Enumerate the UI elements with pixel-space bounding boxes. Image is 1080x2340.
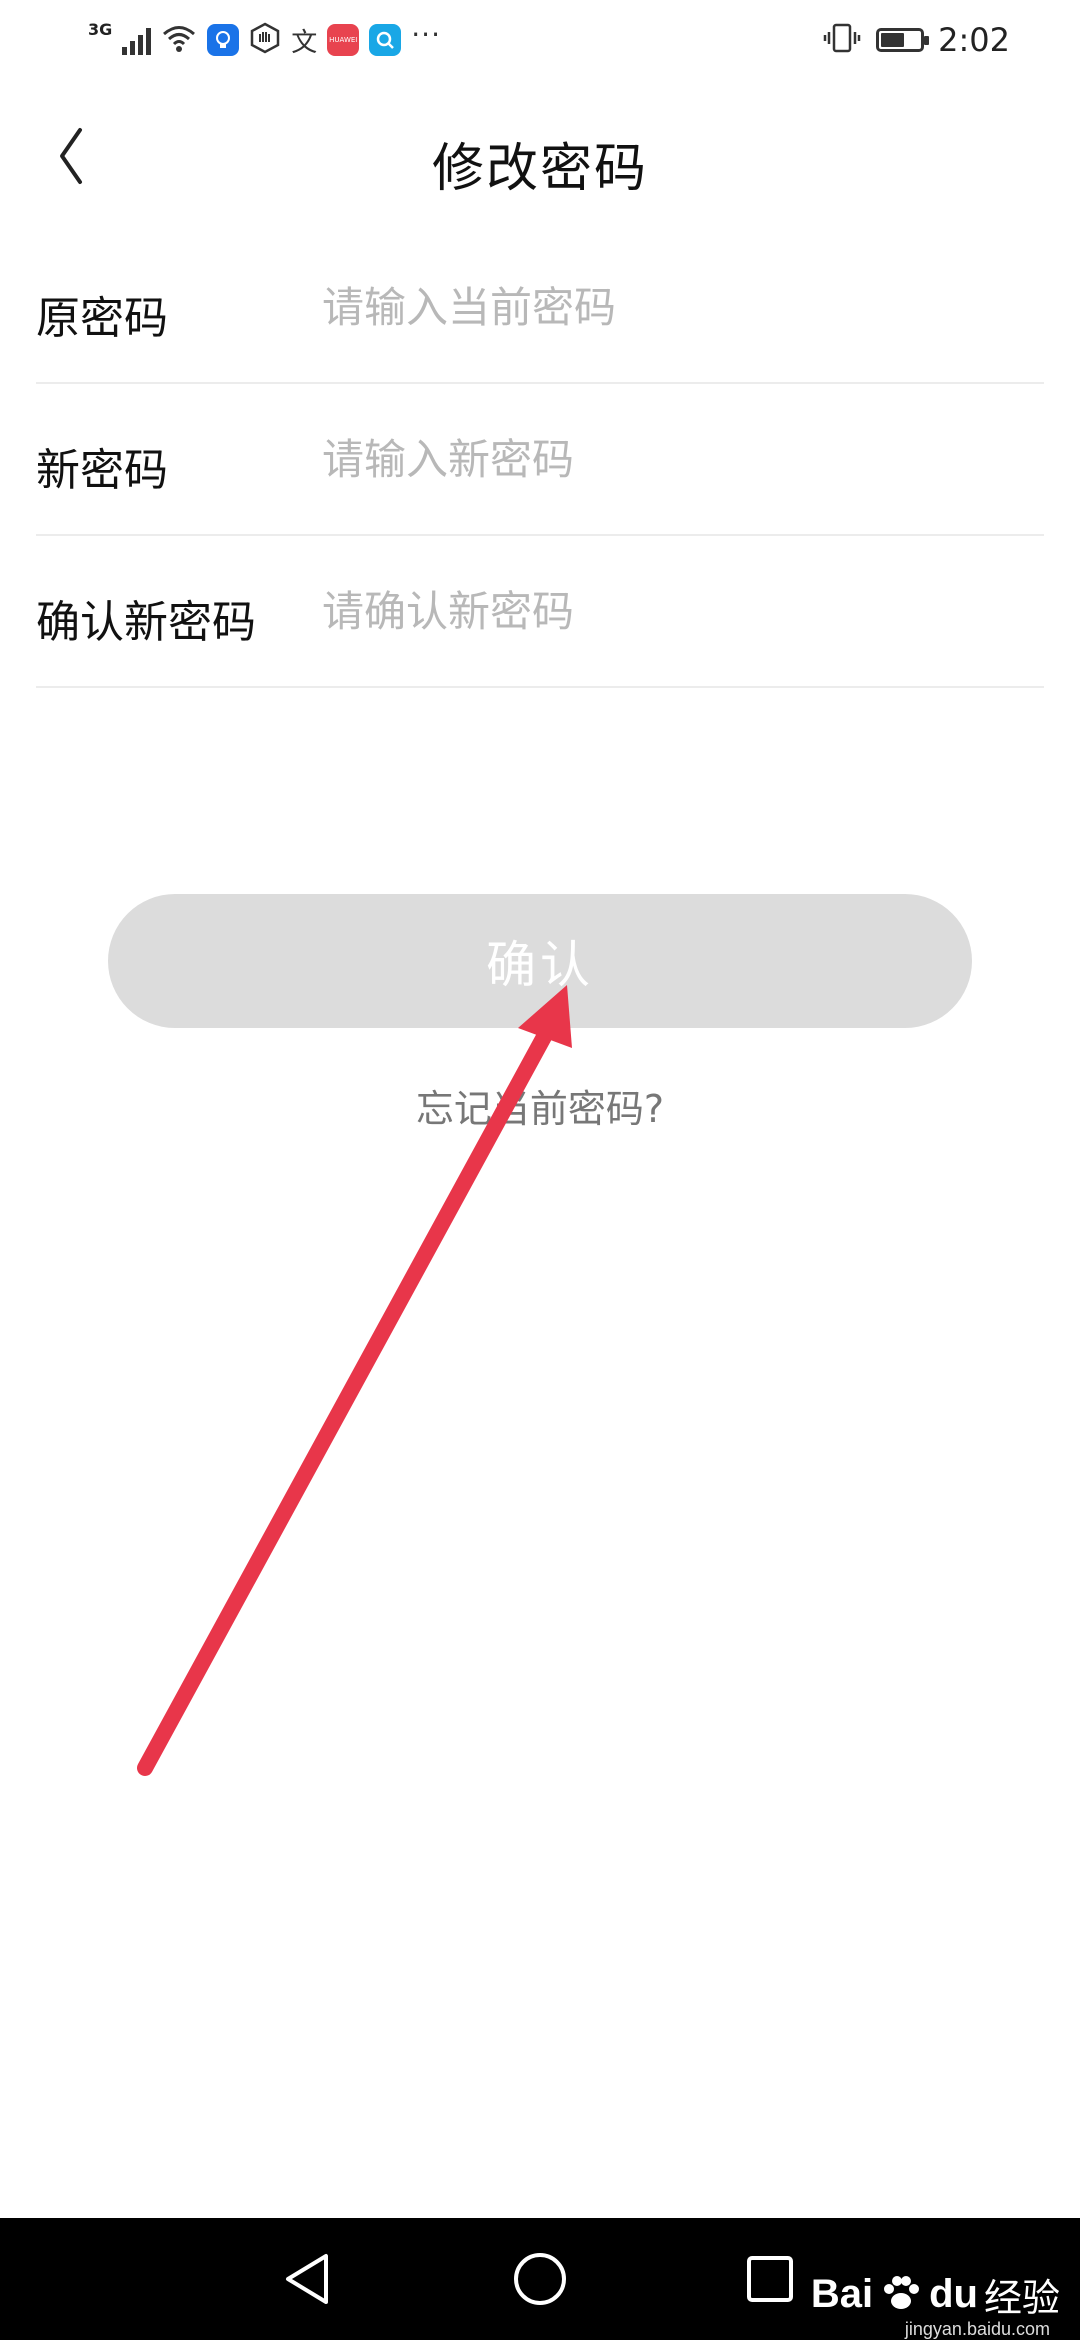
page-title: 修改密码 [431, 139, 648, 199]
recents-square-icon [747, 2256, 793, 2302]
back-triangle-icon [286, 2254, 328, 2304]
baidu-watermark: Bai du 经验 [811, 2267, 1060, 2322]
nav-recents-button[interactable] [735, 2244, 805, 2314]
paw-icon [879, 2271, 923, 2319]
password-form: 原密码 新密码 确认新密码 [36, 232, 1044, 688]
confirm-password-label: 确认新密码 [36, 597, 256, 648]
nav-back-button[interactable] [274, 2244, 344, 2314]
signal-icon [122, 25, 152, 55]
forgot-password-link[interactable]: 忘记当前密码? [0, 1078, 1080, 1133]
home-circle-icon [514, 2253, 566, 2305]
form-row-new-password: 新密码 [36, 384, 1044, 536]
hand-app-icon [249, 22, 281, 58]
current-password-input[interactable] [322, 272, 1022, 342]
confirm-button[interactable]: 确认 [108, 894, 972, 1028]
search-app-icon [369, 24, 402, 56]
new-password-input[interactable] [322, 424, 1022, 494]
status-right: 2:02 [822, 18, 1010, 62]
nav-home-button[interactable] [505, 2244, 575, 2314]
new-password-label: 新密码 [36, 445, 168, 496]
network-type: 3G [88, 20, 113, 39]
watermark-cn: 经验 [983, 2276, 1060, 2320]
form-row-current-password: 原密码 [36, 232, 1044, 384]
clock: 2:02 [938, 21, 1010, 59]
current-password-label: 原密码 [36, 293, 168, 344]
overflow-icon: ··· [411, 17, 441, 51]
form-row-confirm-password: 确认新密码 [36, 536, 1044, 688]
watermark-brand: Bai [810, 2272, 874, 2316]
confirm-password-input[interactable] [322, 576, 1022, 646]
bulb-app-icon [207, 24, 240, 56]
huawei-app-icon: HUAWEI [327, 24, 360, 56]
status-left: 3G 文 HUAWEI ··· [88, 18, 441, 62]
text-app-icon: 文 [291, 27, 318, 58]
battery-fill [881, 33, 905, 47]
navigation-bar: Bai du 经验 jingyan.baidu.com [0, 2218, 1080, 2340]
header: 修改密码 [0, 100, 1080, 210]
status-bar: 3G 文 HUAWEI ··· 2:02 [0, 0, 1080, 80]
wifi-icon [161, 23, 197, 57]
battery-icon [876, 28, 930, 52]
watermark-brand-2: du [929, 2272, 978, 2316]
vibrate-icon [822, 22, 862, 58]
watermark-url: jingyan.baidu.com [904, 2319, 1050, 2339]
